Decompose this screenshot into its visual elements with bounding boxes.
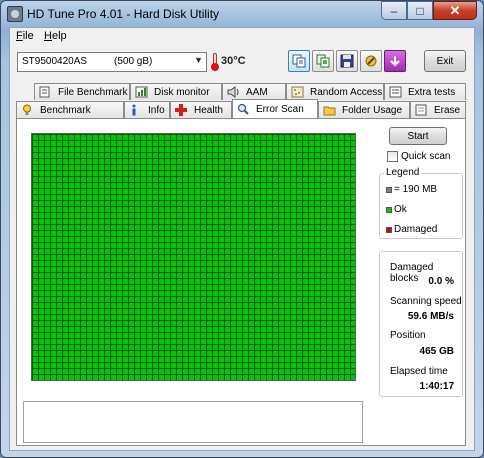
tab-label: Benchmark [40,104,91,116]
scanning-speed-label: Scanning speed [390,296,462,307]
elapsed-time-label: Elapsed time [390,366,448,377]
legend-damaged: Damaged [386,224,437,235]
download-button[interactable] [384,50,406,72]
tab-label: Info [148,104,165,116]
window-title: HD Tune Pro 4.01 - Hard Disk Utility [27,7,220,21]
tab-file-benchmark[interactable]: File Benchmark [34,83,130,100]
legend-group: Legend = 190 MB Ok Damaged [379,167,463,239]
legend-ok-label: Ok [394,204,407,215]
folder-icon [323,104,336,116]
copy-icon [292,54,306,68]
extra-tests-icon [389,86,402,98]
start-button[interactable]: Start [389,127,447,145]
tab-label: AAM [246,86,268,98]
legend-block-size: = 190 MB [386,184,437,195]
tab-label: Health [194,104,223,116]
tab-label: Folder Usage [342,104,403,116]
file-benchmark-icon [39,86,52,98]
maximize-button[interactable]: □ [407,1,433,20]
tab-erase[interactable]: Erase [410,101,466,118]
legend-ok: Ok [386,204,407,215]
tab-label: Erase [434,104,461,116]
damaged-blocks-value: 0.0 % [428,276,454,287]
wrench-icon [365,55,377,67]
random-access-icon [291,86,304,98]
menu-help[interactable]: Help [44,30,67,42]
gray-block-swatch [386,186,392,193]
tab-info[interactable]: Info [124,101,170,118]
dropdown-arrow-icon: ▼ [194,55,203,65]
tab-error-scan[interactable]: Error Scan [232,99,318,118]
position-label: Position [390,330,426,341]
tab-benchmark[interactable]: Benchmark [16,101,124,118]
disk-monitor-icon [135,86,148,98]
block-map-grid [31,133,356,381]
quick-scan-label: Quick scan [401,151,451,162]
client-area: File Help ST9500420AS (500 gB) ▼ 30°C Ex… [9,27,475,451]
tab-random-access[interactable]: Random Access [286,83,384,100]
quick-scan-checkbox[interactable] [387,151,398,162]
drive-model: ST9500420AS [22,56,88,67]
drive-size: (500 gB) [114,56,153,67]
lightbulb-icon [21,104,34,116]
copy-screen-icon [316,54,330,68]
quick-scan-option[interactable]: Quick scan [387,151,450,162]
tab-health[interactable]: Health [170,101,232,118]
tab-row-1: File Benchmark Disk monitor AAM Random A… [16,83,466,100]
toolbar: ST9500420AS (500 gB) ▼ 30°C Exit [10,48,474,78]
legend-title: Legend [384,167,422,178]
close-icon: ✕ [449,2,461,18]
save-button[interactable] [336,50,358,72]
download-arrow-icon [390,56,400,67]
erase-icon [415,104,428,116]
info-icon [129,104,142,116]
copy-info-button[interactable] [288,50,310,72]
tab-label: Random Access [310,86,383,98]
tab-row-2: Benchmark Info Health Error Scan Folder … [16,99,466,118]
app-window: HD Tune Pro 4.01 - Hard Disk Utility ‒ □… [0,0,484,458]
tab-extra-tests[interactable]: Extra tests [384,83,466,100]
scan-statistics: Damaged blocks 0.0 % Scanning speed 59.6… [379,251,463,397]
floppy-disk-icon [340,54,354,68]
maximize-icon: □ [416,3,424,18]
menu-file[interactable]: File [16,30,34,42]
hdtune-app-icon [7,6,23,22]
scanning-speed-value: 59.6 MB/s [407,311,454,322]
scan-log-area[interactable] [23,401,363,443]
menu-bar: File Help [10,28,474,46]
tab-label: Disk monitor [154,86,210,98]
exit-button[interactable]: Exit [424,50,466,72]
thermometer-icon [211,53,219,71]
caption-buttons: ‒ □ ✕ [381,1,477,20]
legend-damaged-label: Damaged [394,224,438,235]
position-value: 465 GB [419,346,454,357]
red-damaged-swatch [386,226,392,233]
minimize-icon: ‒ [390,3,398,18]
temperature-value: 30°C [221,55,246,67]
green-ok-swatch [386,206,392,213]
title-bar[interactable]: HD Tune Pro 4.01 - Hard Disk Utility ‒ □… [1,1,483,27]
tab-aam[interactable]: AAM [222,83,286,100]
elapsed-time-value: 1:40:17 [419,381,454,392]
tab-label: Error Scan [256,103,304,115]
legend-block-label: = 190 MB [394,184,438,195]
red-cross-icon [175,104,188,116]
copy-screenshot-button[interactable] [312,50,334,72]
minimize-button[interactable]: ‒ [381,1,407,20]
tab-folder-usage[interactable]: Folder Usage [318,101,410,118]
close-button[interactable]: ✕ [433,1,477,20]
error-scan-panel: Start Quick scan Legend = 190 MB Ok Dama… [16,118,466,446]
magnifier-icon [237,103,250,115]
tab-disk-monitor[interactable]: Disk monitor [130,83,222,100]
tab-label: File Benchmark [58,86,128,98]
tab-label: Extra tests [408,86,456,98]
options-button[interactable] [360,50,382,72]
drive-select[interactable]: ST9500420AS (500 gB) ▼ [17,52,207,72]
speaker-icon [227,86,240,98]
